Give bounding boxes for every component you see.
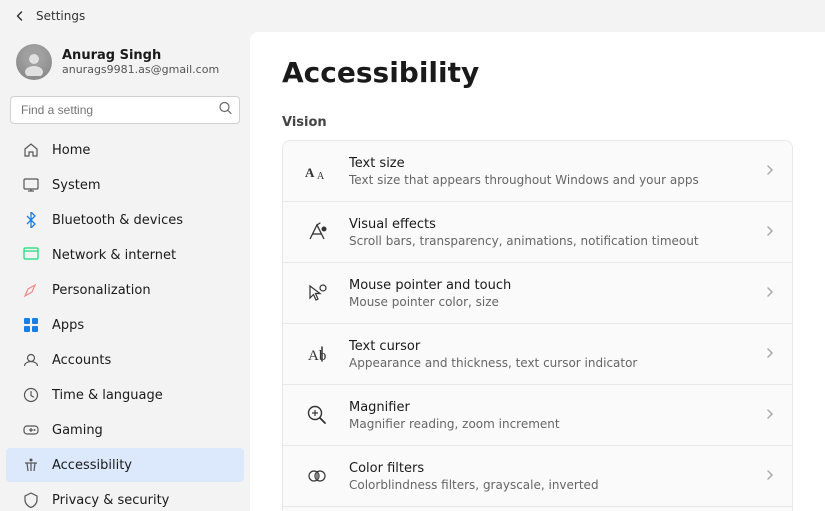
titlebar: Settings <box>0 0 825 32</box>
accessibility-icon <box>22 456 40 474</box>
color-filters-chevron <box>766 469 774 484</box>
settings-item-text-cursor[interactable]: Ab Text cursor Appearance and thickness, t… <box>283 324 792 385</box>
sidebar-item-time[interactable]: Time & language <box>6 378 244 412</box>
sidebar-item-label-home: Home <box>52 143 90 158</box>
text-size-desc: Text size that appears throughout Window… <box>349 173 699 187</box>
sidebar-item-label-privacy: Privacy & security <box>52 493 169 508</box>
mouse-pointer-chevron <box>766 286 774 301</box>
sidebar-item-label-time: Time & language <box>52 388 163 403</box>
visual-effects-chevron <box>766 225 774 240</box>
text-size-chevron <box>766 164 774 179</box>
sidebar-item-accessibility[interactable]: Accessibility <box>6 448 244 482</box>
magnifier-title: Magnifier <box>349 400 560 415</box>
sidebar-item-system[interactable]: System <box>6 168 244 202</box>
sidebar-item-label-bluetooth: Bluetooth & devices <box>52 213 183 228</box>
text-size-text: Text size Text size that appears througho… <box>349 156 699 187</box>
gaming-icon <box>22 421 40 439</box>
sidebar-item-accounts[interactable]: Accounts <box>6 343 244 377</box>
sidebar-item-gaming[interactable]: Gaming <box>6 413 244 447</box>
settings-item-visual-effects[interactable]: Visual effects Scroll bars, transparency,… <box>283 202 792 263</box>
text-cursor-icon: Ab <box>301 338 333 370</box>
mouse-pointer-icon <box>301 277 333 309</box>
svg-text:A: A <box>317 171 325 181</box>
sidebar-item-label-personalization: Personalization <box>52 283 151 298</box>
sidebar-item-label-apps: Apps <box>52 318 84 333</box>
visual-effects-icon <box>301 216 333 248</box>
settings-list: AA Text size Text size that appears throug… <box>282 140 793 511</box>
system-icon <box>22 176 40 194</box>
sidebar-item-label-accounts: Accounts <box>52 353 111 368</box>
sidebar-item-home[interactable]: Home <box>6 133 244 167</box>
user-info: Anurag Singh anurags9981.as@gmail.com <box>62 48 219 76</box>
settings-item-text-size[interactable]: AA Text size Text size that appears throug… <box>283 141 792 202</box>
magnifier-icon <box>301 399 333 431</box>
page-title: Accessibility <box>282 56 793 89</box>
nav-list: Home System Bluetooth & devices Network & i… <box>0 132 250 511</box>
text-cursor-desc: Appearance and thickness, text cursor in… <box>349 356 637 370</box>
visual-effects-desc: Scroll bars, transparency, animations, n… <box>349 234 699 248</box>
user-name: Anurag Singh <box>62 48 219 63</box>
text-size-icon: AA <box>301 155 333 187</box>
magnifier-text: Magnifier Magnifier reading, zoom increme… <box>349 400 560 431</box>
color-filters-icon <box>301 460 333 492</box>
sidebar-item-label-system: System <box>52 178 100 193</box>
sidebar-item-network[interactable]: Network & internet <box>6 238 244 272</box>
color-filters-text: Color filters Colorblindness filters, gra… <box>349 461 599 492</box>
main-content: Accessibility Vision AAText sizeText siz… <box>250 32 825 511</box>
sidebar-item-privacy[interactable]: Privacy & security <box>6 483 244 511</box>
sidebar-item-label-network: Network & internet <box>52 248 176 263</box>
personalization-icon <box>22 281 40 299</box>
text-cursor-text: Text cursor Appearance and thickness, tex… <box>349 339 637 370</box>
text-size-title: Text size <box>349 156 699 171</box>
accounts-icon <box>22 351 40 369</box>
user-email: anurags9981.as@gmail.com <box>62 63 219 76</box>
visual-effects-title: Visual effects <box>349 217 699 232</box>
network-icon <box>22 246 40 264</box>
svg-text:A: A <box>305 165 315 180</box>
magnifier-desc: Magnifier reading, zoom increment <box>349 417 560 431</box>
back-button[interactable] <box>12 8 28 24</box>
home-icon <box>22 141 40 159</box>
section-header: Vision <box>282 109 793 136</box>
settings-item-magnifier[interactable]: Magnifier Magnifier reading, zoom increme… <box>283 385 792 446</box>
settings-item-mouse-pointer[interactable]: Mouse pointer and touch Mouse pointer col… <box>283 263 792 324</box>
bluetooth-icon <box>22 211 40 229</box>
titlebar-label: Settings <box>36 9 85 23</box>
sidebar-item-personalization[interactable]: Personalization <box>6 273 244 307</box>
privacy-icon <box>22 491 40 509</box>
search-icon <box>219 102 232 119</box>
time-icon <box>22 386 40 404</box>
sidebar-item-label-gaming: Gaming <box>52 423 103 438</box>
settings-item-color-filters[interactable]: Color filters Colorblindness filters, gra… <box>283 446 792 507</box>
avatar <box>16 44 52 80</box>
svg-text:Ab: Ab <box>308 348 326 364</box>
sidebar: Anurag Singh anurags9981.as@gmail.com Ho… <box>0 32 250 511</box>
mouse-pointer-title: Mouse pointer and touch <box>349 278 511 293</box>
color-filters-title: Color filters <box>349 461 599 476</box>
mouse-pointer-desc: Mouse pointer color, size <box>349 295 511 309</box>
settings-item-contrast-themes[interactable]: Contrast themesColor themes for low visi… <box>283 507 792 511</box>
mouse-pointer-text: Mouse pointer and touch Mouse pointer col… <box>349 278 511 309</box>
search-input[interactable] <box>10 96 240 124</box>
apps-icon <box>22 316 40 334</box>
sidebar-item-apps[interactable]: Apps <box>6 308 244 342</box>
text-cursor-chevron <box>766 347 774 362</box>
color-filters-desc: Colorblindness filters, grayscale, inver… <box>349 478 599 492</box>
user-profile[interactable]: Anurag Singh anurags9981.as@gmail.com <box>0 32 250 92</box>
magnifier-chevron <box>766 408 774 423</box>
sidebar-item-bluetooth[interactable]: Bluetooth & devices <box>6 203 244 237</box>
sidebar-item-label-accessibility: Accessibility <box>52 458 132 473</box>
search-box <box>10 96 240 124</box>
text-cursor-title: Text cursor <box>349 339 637 354</box>
visual-effects-text: Visual effects Scroll bars, transparency,… <box>349 217 699 248</box>
